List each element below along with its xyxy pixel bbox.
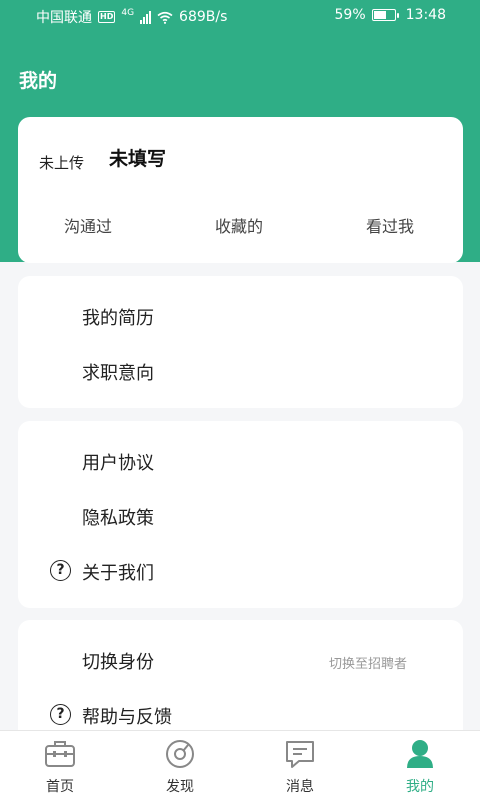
help-circle-icon: ?	[50, 704, 71, 725]
user-icon	[407, 740, 433, 768]
avatar-upload-status[interactable]: 未上传	[39, 152, 84, 173]
menu-item-label: 切换身份	[82, 652, 154, 673]
message-icon	[286, 741, 314, 768]
menu-item-about-us[interactable]: ? 关于我们	[18, 553, 463, 589]
tab-mine[interactable]: 我的	[360, 731, 480, 800]
stat-favorites[interactable]: 收藏的	[215, 213, 263, 237]
switch-identity-hint: 切换至招聘者	[328, 657, 407, 672]
tab-messages[interactable]: 消息	[240, 731, 360, 800]
tab-discover[interactable]: 发现	[120, 731, 240, 800]
menu-group-resume: 我的简历 求职意向	[18, 276, 463, 408]
menu-item-user-agreement[interactable]: 用户协议	[18, 443, 463, 479]
profile-card[interactable]: 未上传 未填写 沟通过 收藏的 看过我	[18, 117, 463, 263]
help-circle-icon: ?	[50, 560, 71, 581]
menu-item-label: 帮助与反馈	[82, 707, 172, 728]
battery-percent: 59%	[334, 7, 366, 23]
menu-item-label: 用户协议	[82, 453, 154, 474]
hd-badge: HD	[98, 11, 116, 23]
stat-viewed-me[interactable]: 看过我	[366, 213, 414, 237]
network-type: 4G	[121, 8, 135, 18]
tab-label: 首页	[46, 779, 74, 795]
signal-icon	[140, 10, 152, 24]
page-title: 我的	[19, 70, 58, 92]
menu-item-label: 求职意向	[82, 363, 154, 384]
menu-item-my-resume[interactable]: 我的简历	[18, 298, 463, 334]
menu-item-help-feedback[interactable]: ? 帮助与反馈	[18, 697, 463, 733]
menu-item-label: 隐私政策	[82, 508, 154, 529]
discover-icon	[166, 740, 194, 768]
menu-item-job-intention[interactable]: 求职意向	[18, 353, 463, 389]
carrier-name: 中国联通	[36, 10, 92, 26]
status-bar: 中国联通 HD 4G 689B/s 59% 13:48	[0, 0, 480, 34]
tab-label: 我的	[406, 779, 434, 795]
profile-stats: 沟通过 收藏的 看过我	[18, 213, 463, 237]
tab-label: 消息	[286, 779, 314, 795]
stat-contacted[interactable]: 沟通过	[64, 213, 112, 237]
menu-item-label: 我的简历	[82, 308, 154, 329]
network-speed: 689B/s	[179, 9, 228, 25]
user-name[interactable]: 未填写	[109, 144, 166, 171]
battery-icon	[371, 9, 399, 21]
clock: 13:48	[405, 7, 446, 23]
menu-item-privacy-policy[interactable]: 隐私政策	[18, 498, 463, 534]
tab-label: 发现	[166, 779, 194, 795]
menu-item-label: 关于我们	[82, 563, 154, 584]
wifi-icon	[157, 11, 173, 24]
briefcase-icon	[45, 741, 75, 767]
bottom-tab-bar: 首页 发现 消息 我的	[0, 730, 480, 800]
menu-group-about: 用户协议 隐私政策 ? 关于我们	[18, 421, 463, 608]
tab-home[interactable]: 首页	[0, 731, 120, 800]
menu-item-switch-identity[interactable]: 切换身份 切换至招聘者	[18, 642, 463, 678]
